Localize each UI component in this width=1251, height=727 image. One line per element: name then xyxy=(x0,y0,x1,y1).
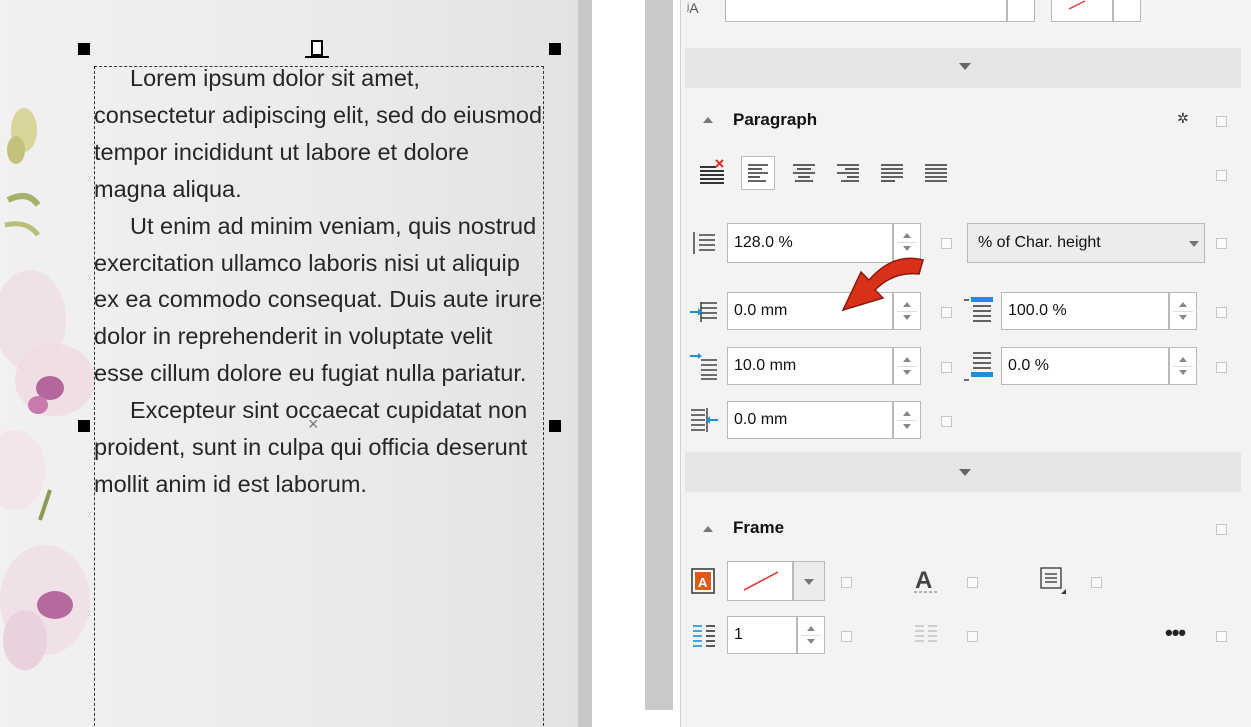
columns-icon xyxy=(693,625,715,647)
resize-handle-top-right[interactable] xyxy=(549,43,561,55)
panel-separator xyxy=(673,0,681,727)
justify-icon xyxy=(881,164,903,182)
right-indent-icon xyxy=(691,408,718,432)
expand-arrow-icon xyxy=(959,469,971,476)
first-line-indent-icon xyxy=(690,302,717,322)
canvas-margin xyxy=(592,0,645,727)
equal-column-width-icon xyxy=(915,625,937,642)
align-none-button[interactable] xyxy=(695,156,729,190)
align-right-button[interactable] xyxy=(831,156,865,190)
lock-frame-wrap[interactable] xyxy=(1091,577,1102,588)
gear-icon[interactable]: ✲ xyxy=(1177,110,1189,127)
center-marker-icon: × xyxy=(308,414,319,434)
force-justify-button[interactable] xyxy=(919,156,953,190)
resize-handle-middle-left[interactable] xyxy=(78,420,90,432)
outline-color-dropdown[interactable] xyxy=(1113,0,1141,22)
left-indent-input[interactable]: 10.0 mm xyxy=(727,347,893,385)
svg-text:A: A xyxy=(915,567,932,594)
resize-handle-middle-right[interactable] xyxy=(549,420,561,432)
lock-text-outline[interactable] xyxy=(967,577,978,588)
document-canvas[interactable]: Lorem ipsum dolor sit amet, consectetur … xyxy=(0,0,592,727)
align-left-button[interactable] xyxy=(741,156,775,190)
orchid-artwork xyxy=(0,108,95,670)
left-indent-icon xyxy=(690,353,717,380)
lock-paragraph-settings[interactable] xyxy=(1216,116,1227,127)
page-shadow xyxy=(578,0,592,727)
columns-spinner[interactable] xyxy=(797,616,825,654)
paragraph-3: Excepteur sint occaecat cupidatat non pr… xyxy=(94,397,528,497)
before-paragraph-spinner[interactable] xyxy=(1169,292,1197,330)
expand-arrow-icon xyxy=(959,63,971,70)
lock-after-paragraph[interactable] xyxy=(1216,362,1227,373)
properties-panel: ʲA Paragraph ✲ 128.0 % % of Char. height… xyxy=(681,0,1251,727)
line-spacing-unit-dropdown[interactable]: % of Char. height xyxy=(967,223,1205,263)
after-paragraph-spinner[interactable] xyxy=(1169,347,1197,385)
lock-more-options[interactable] xyxy=(1216,631,1227,642)
frame-fill-dropdown[interactable] xyxy=(793,561,825,601)
rotate-handle[interactable] xyxy=(311,40,323,56)
frame-wrap-icon[interactable] xyxy=(1039,566,1067,596)
align-left-icon xyxy=(748,164,768,182)
align-center-button[interactable] xyxy=(787,156,821,190)
collapse-paragraph-icon[interactable] xyxy=(703,117,713,123)
align-right-icon xyxy=(837,164,859,182)
svg-text:A: A xyxy=(698,575,708,590)
right-indent-spinner[interactable] xyxy=(893,401,921,439)
font-field[interactable] xyxy=(725,0,1007,22)
force-justify-icon xyxy=(925,164,947,182)
paragraph-section-title: Paragraph xyxy=(733,110,818,129)
left-indent-spinner[interactable] xyxy=(893,347,921,385)
lock-before-paragraph[interactable] xyxy=(1216,307,1227,318)
font-field-spinner[interactable] xyxy=(1007,0,1035,22)
before-paragraph-spacing-icon xyxy=(964,297,993,322)
chevron-down-icon xyxy=(1189,241,1199,247)
columns-input[interactable]: 1 xyxy=(727,616,797,654)
lock-equal-columns[interactable] xyxy=(967,631,978,642)
rotate-handle-base xyxy=(305,56,329,58)
lock-columns[interactable] xyxy=(841,631,852,642)
before-paragraph-input[interactable]: 100.0 % xyxy=(1001,292,1169,330)
annotation-arrow-icon xyxy=(841,257,924,312)
lock-spacing-unit[interactable] xyxy=(1216,238,1227,249)
lock-first-line-indent[interactable] xyxy=(941,307,952,318)
right-indent-input[interactable]: 0.0 mm xyxy=(727,401,893,439)
expand-character-bar[interactable] xyxy=(685,48,1241,88)
character-icon: ʲA xyxy=(687,0,699,16)
justify-button[interactable] xyxy=(875,156,909,190)
line-spacing-icon xyxy=(693,232,715,254)
paragraph-2: Ut enim ad minim veniam, quis nostrud ex… xyxy=(94,212,543,387)
align-center-icon xyxy=(793,164,815,182)
frame-section-title: Frame xyxy=(733,518,785,537)
lock-frame-fill[interactable] xyxy=(841,577,852,588)
lock-left-indent[interactable] xyxy=(941,362,952,373)
outline-line-icon xyxy=(1068,0,1086,10)
panel-scrollbar[interactable] xyxy=(645,0,673,710)
after-paragraph-input[interactable]: 0.0 % xyxy=(1001,347,1169,385)
frame-text[interactable]: Lorem ipsum dolor sit amet, consectetur … xyxy=(94,60,544,503)
lock-alignment[interactable] xyxy=(1216,170,1227,181)
frame-background-icon: A xyxy=(691,568,715,594)
expand-paragraph-bar[interactable] xyxy=(685,452,1241,492)
no-fill-line-icon xyxy=(743,571,779,591)
no-alignment-icon xyxy=(700,159,724,184)
after-paragraph-spacing-icon xyxy=(964,352,993,381)
paragraph-1: Lorem ipsum dolor sit amet, consectetur … xyxy=(94,65,543,202)
collapse-frame-icon[interactable] xyxy=(703,526,713,532)
lock-frame-settings[interactable] xyxy=(1216,524,1227,535)
text-outline-icon[interactable]: A xyxy=(913,566,939,596)
resize-handle-top-left[interactable] xyxy=(78,43,90,55)
lock-line-spacing[interactable] xyxy=(941,238,952,249)
more-options-icon[interactable]: ••• xyxy=(1165,620,1186,646)
lock-right-indent[interactable] xyxy=(941,416,952,427)
